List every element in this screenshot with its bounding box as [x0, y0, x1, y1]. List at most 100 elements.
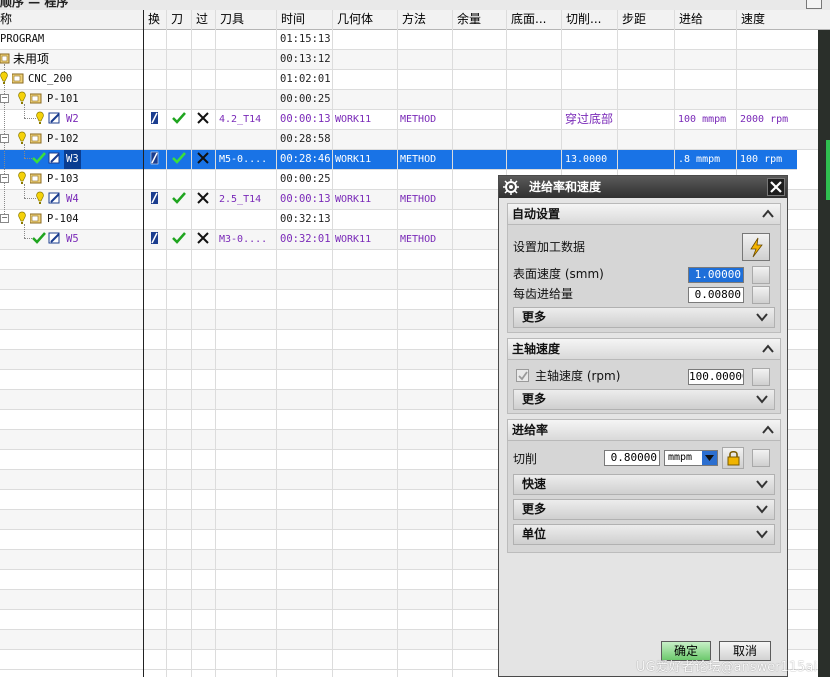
- feed-unit-value: mmpm: [668, 452, 693, 463]
- check-icon: [32, 231, 46, 248]
- warning-bulb-icon: [18, 171, 26, 188]
- warning-bulb-icon: [36, 111, 44, 128]
- feed-per-tooth-label: 每齿进给量: [513, 287, 574, 301]
- col-pass[interactable]: 过: [191, 10, 215, 29]
- time-cell: 00:00:25: [280, 93, 331, 105]
- feed-per-tooth-input[interactable]: 0.00800: [688, 287, 744, 303]
- feed-cell: 100 mmpm: [678, 114, 727, 125]
- units-expander[interactable]: 单位: [513, 524, 775, 545]
- surface-speed-calc-button[interactable]: [752, 266, 770, 284]
- section-title: 自动设置: [512, 207, 561, 221]
- check-icon: [172, 151, 186, 168]
- tool-change-icon: [150, 191, 160, 208]
- time-cell: 01:02:01: [280, 73, 331, 85]
- chevron-down-icon: [756, 503, 768, 515]
- warning-bulb-icon: [18, 211, 26, 228]
- feed-unit-select[interactable]: mmpm: [664, 450, 718, 466]
- chevron-up-icon[interactable]: [762, 424, 774, 436]
- geometry-cell: WORK11: [335, 154, 372, 165]
- time-cell: 01:15:13: [280, 33, 331, 45]
- section-feed-rate[interactable]: 进给率: [507, 419, 781, 441]
- collapse-toggle[interactable]: −: [0, 174, 9, 183]
- section-title: 进给率: [512, 423, 549, 437]
- col-geometry[interactable]: 几何体: [332, 10, 397, 29]
- gear-icon: [503, 179, 519, 195]
- x-icon: [196, 151, 210, 168]
- tree-item-p104[interactable]: P-104: [47, 210, 79, 229]
- method-cell: METHOD: [400, 234, 437, 245]
- tree-item-p103[interactable]: P-103: [47, 170, 79, 189]
- x-icon: [196, 191, 210, 208]
- col-change[interactable]: 换: [143, 10, 166, 29]
- cut-cell: 穿过底部: [565, 112, 614, 126]
- tree-item-program[interactable]: PROGRAM: [0, 30, 140, 49]
- close-icon[interactable]: [767, 178, 785, 196]
- col-cutter[interactable]: 刀具: [215, 10, 276, 29]
- checkmark-icon: [518, 371, 528, 381]
- more-label: 更多: [522, 310, 547, 324]
- collapse-toggle[interactable]: −: [0, 214, 9, 223]
- col-speed[interactable]: 速度: [736, 10, 818, 29]
- restore-button[interactable]: [806, 0, 822, 9]
- col-step[interactable]: 步距: [617, 10, 674, 29]
- method-cell: METHOD: [400, 114, 437, 125]
- feed-calc-button[interactable]: [752, 449, 770, 467]
- warning-bulb-icon: [18, 91, 26, 108]
- time-cell: 00:00:13: [280, 193, 331, 205]
- spindle-checkbox[interactable]: [516, 369, 529, 382]
- col-feed[interactable]: 进给: [674, 10, 736, 29]
- warning-bulb-icon: [18, 131, 26, 148]
- folder-icon: [29, 211, 42, 228]
- set-data-button[interactable]: [742, 233, 770, 261]
- chevron-up-icon[interactable]: [762, 208, 774, 220]
- folder-icon: [29, 91, 42, 108]
- more-expander[interactable]: 更多: [513, 307, 775, 328]
- feed-per-tooth-calc-button[interactable]: [752, 286, 770, 304]
- watermark: UG爱好者论坛@answer115ai: [636, 660, 817, 675]
- col-floor[interactable]: 底面...: [506, 10, 561, 29]
- cutter-cell: 2.5_T14: [219, 194, 262, 205]
- tree-item-w3[interactable]: W3: [64, 150, 81, 169]
- tree-item-cnc200[interactable]: CNC_200: [28, 70, 72, 89]
- surface-speed-input[interactable]: 1.00000: [688, 267, 744, 283]
- rapid-expander[interactable]: 快速: [513, 474, 775, 495]
- dialog-title-bar[interactable]: 进给率和速度: [499, 176, 787, 198]
- geometry-cell: WORK11: [335, 194, 372, 205]
- col-name[interactable]: 称: [0, 10, 143, 29]
- tree-item-unused[interactable]: 未用项: [13, 50, 49, 69]
- dialog-title: 进给率和速度: [529, 180, 602, 194]
- col-cut[interactable]: 切削...: [561, 10, 617, 29]
- col-tool[interactable]: 刀: [166, 10, 191, 29]
- side-panel-edge: [818, 30, 830, 677]
- more-expander[interactable]: 更多: [513, 499, 775, 520]
- tree-item-w4[interactable]: W4: [66, 190, 79, 209]
- geometry-cell: WORK11: [335, 114, 372, 125]
- section-feed-body: 切削 0.80000 mmpm 快速 更多 单位: [507, 441, 781, 553]
- folder-icon: [0, 51, 10, 68]
- folder-icon: [29, 131, 42, 148]
- section-auto-settings[interactable]: 自动设置: [507, 203, 781, 225]
- spindle-calc-button[interactable]: [752, 368, 770, 386]
- tree-item-w5[interactable]: W5: [66, 230, 79, 249]
- feed-cell: .8 mmpm: [678, 154, 721, 165]
- collapse-toggle[interactable]: −: [0, 94, 9, 103]
- section-auto-body: 设置加工数据 表面速度 (smm) 1.00000 每齿进给量 0.00800 …: [507, 225, 781, 333]
- time-cell: 00:13:12: [280, 53, 331, 65]
- spindle-speed-input[interactable]: 100.00000: [688, 369, 744, 385]
- cut-feed-input[interactable]: 0.80000: [604, 450, 660, 466]
- chevron-up-icon[interactable]: [762, 343, 774, 355]
- col-method[interactable]: 方法: [397, 10, 452, 29]
- folder-icon: [29, 171, 42, 188]
- lock-button[interactable]: [722, 447, 744, 469]
- collapse-toggle[interactable]: −: [0, 134, 9, 143]
- cut-feed-label: 切削: [513, 452, 538, 466]
- more-expander[interactable]: 更多: [513, 389, 775, 410]
- col-time[interactable]: 时间: [276, 10, 332, 29]
- section-spindle[interactable]: 主轴速度: [507, 338, 781, 360]
- tree-item-p102[interactable]: P-102: [47, 130, 79, 149]
- window-title: 顺序 — 程序: [0, 0, 69, 9]
- tree-item-w2[interactable]: W2: [66, 110, 79, 129]
- col-stock[interactable]: 余量: [452, 10, 506, 29]
- tree-item-p101[interactable]: P-101: [47, 90, 79, 109]
- section-spindle-body: 主轴速度 (rpm) 100.00000 更多: [507, 360, 781, 414]
